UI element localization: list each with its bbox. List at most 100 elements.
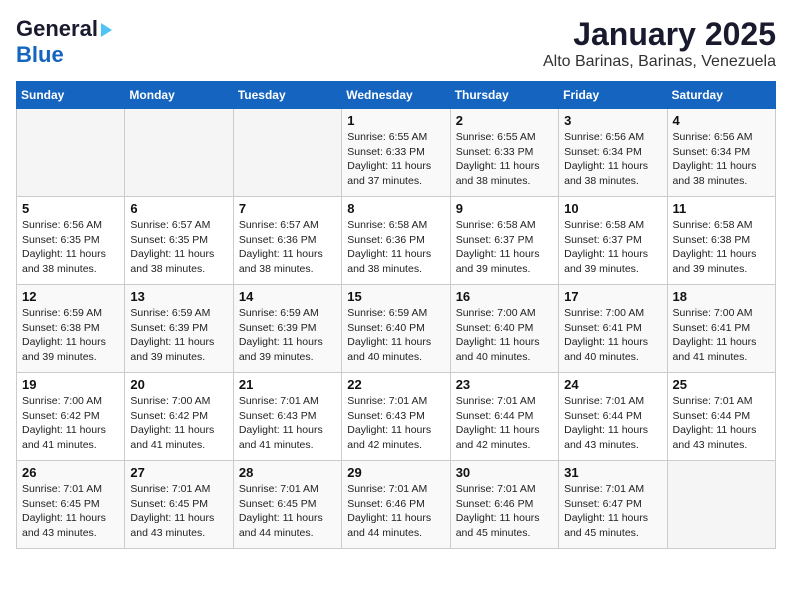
day-number: 8: [347, 201, 444, 216]
calendar-day-cell: 18 Sunrise: 7:00 AMSunset: 6:41 PMDayligh…: [667, 285, 775, 373]
day-number: 30: [456, 465, 553, 480]
day-info: Sunrise: 7:00 AMSunset: 6:40 PMDaylight:…: [456, 306, 553, 365]
calendar-day-cell: 29 Sunrise: 7:01 AMSunset: 6:46 PMDayligh…: [342, 461, 450, 549]
day-info: Sunrise: 7:00 AMSunset: 6:42 PMDaylight:…: [130, 394, 227, 453]
day-number: 25: [673, 377, 770, 392]
day-number: 2: [456, 113, 553, 128]
calendar-day-cell: 24 Sunrise: 7:01 AMSunset: 6:44 PMDayligh…: [559, 373, 667, 461]
day-number: 20: [130, 377, 227, 392]
calendar-week-row: 19 Sunrise: 7:00 AMSunset: 6:42 PMDayligh…: [17, 373, 776, 461]
day-info: Sunrise: 7:00 AMSunset: 6:41 PMDaylight:…: [564, 306, 661, 365]
day-number: 4: [673, 113, 770, 128]
day-info: Sunrise: 7:01 AMSunset: 6:44 PMDaylight:…: [673, 394, 770, 453]
day-info: Sunrise: 6:58 AMSunset: 6:37 PMDaylight:…: [456, 218, 553, 277]
calendar-day-cell: [125, 109, 233, 197]
day-info: Sunrise: 7:01 AMSunset: 6:45 PMDaylight:…: [22, 482, 119, 541]
day-info: Sunrise: 7:00 AMSunset: 6:41 PMDaylight:…: [673, 306, 770, 365]
day-number: 11: [673, 201, 770, 216]
day-info: Sunrise: 7:01 AMSunset: 6:44 PMDaylight:…: [564, 394, 661, 453]
calendar-day-cell: 27 Sunrise: 7:01 AMSunset: 6:45 PMDayligh…: [125, 461, 233, 549]
weekday-header: Tuesday: [233, 82, 341, 109]
day-number: 14: [239, 289, 336, 304]
day-number: 31: [564, 465, 661, 480]
calendar-day-cell: 23 Sunrise: 7:01 AMSunset: 6:44 PMDayligh…: [450, 373, 558, 461]
calendar-day-cell: [233, 109, 341, 197]
day-info: Sunrise: 6:57 AMSunset: 6:36 PMDaylight:…: [239, 218, 336, 277]
calendar-day-cell: [17, 109, 125, 197]
weekday-header: Wednesday: [342, 82, 450, 109]
day-info: Sunrise: 7:01 AMSunset: 6:44 PMDaylight:…: [456, 394, 553, 453]
day-number: 18: [673, 289, 770, 304]
calendar-week-row: 1 Sunrise: 6:55 AMSunset: 6:33 PMDaylight…: [17, 109, 776, 197]
calendar-day-cell: 30 Sunrise: 7:01 AMSunset: 6:46 PMDayligh…: [450, 461, 558, 549]
day-info: Sunrise: 6:55 AMSunset: 6:33 PMDaylight:…: [456, 130, 553, 189]
day-info: Sunrise: 6:56 AMSunset: 6:34 PMDaylight:…: [564, 130, 661, 189]
day-info: Sunrise: 6:56 AMSunset: 6:34 PMDaylight:…: [673, 130, 770, 189]
day-number: 21: [239, 377, 336, 392]
calendar-day-cell: 26 Sunrise: 7:01 AMSunset: 6:45 PMDayligh…: [17, 461, 125, 549]
calendar-day-cell: 12 Sunrise: 6:59 AMSunset: 6:38 PMDayligh…: [17, 285, 125, 373]
weekday-header: Saturday: [667, 82, 775, 109]
calendar-day-cell: 8 Sunrise: 6:58 AMSunset: 6:36 PMDaylight…: [342, 197, 450, 285]
title-block: January 2025 Alto Barinas, Barinas, Vene…: [543, 16, 776, 71]
day-info: Sunrise: 7:01 AMSunset: 6:45 PMDaylight:…: [130, 482, 227, 541]
day-number: 28: [239, 465, 336, 480]
calendar-day-cell: 4 Sunrise: 6:56 AMSunset: 6:34 PMDaylight…: [667, 109, 775, 197]
day-info: Sunrise: 7:01 AMSunset: 6:43 PMDaylight:…: [239, 394, 336, 453]
calendar-day-cell: 31Sunrise: 7:01 AMSunset: 6:47 PMDayligh…: [559, 461, 667, 549]
calendar-day-cell: 2 Sunrise: 6:55 AMSunset: 6:33 PMDaylight…: [450, 109, 558, 197]
calendar-day-cell: 6 Sunrise: 6:57 AMSunset: 6:35 PMDaylight…: [125, 197, 233, 285]
day-info: Sunrise: 6:56 AMSunset: 6:35 PMDaylight:…: [22, 218, 119, 277]
calendar-day-cell: 9Sunrise: 6:58 AMSunset: 6:37 PMDaylight…: [450, 197, 558, 285]
day-number: 17: [564, 289, 661, 304]
day-info: Sunrise: 6:57 AMSunset: 6:35 PMDaylight:…: [130, 218, 227, 277]
day-number: 6: [130, 201, 227, 216]
day-number: 27: [130, 465, 227, 480]
logo-general: General: [16, 16, 98, 42]
day-number: 29: [347, 465, 444, 480]
day-info: Sunrise: 6:59 AMSunset: 6:40 PMDaylight:…: [347, 306, 444, 365]
calendar-day-cell: 10 Sunrise: 6:58 AMSunset: 6:37 PMDayligh…: [559, 197, 667, 285]
day-info: Sunrise: 7:01 AMSunset: 6:46 PMDaylight:…: [347, 482, 444, 541]
page-subtitle: Alto Barinas, Barinas, Venezuela: [543, 53, 776, 71]
calendar-day-cell: 17 Sunrise: 7:00 AMSunset: 6:41 PMDayligh…: [559, 285, 667, 373]
day-info: Sunrise: 6:59 AMSunset: 6:38 PMDaylight:…: [22, 306, 119, 365]
day-number: 15: [347, 289, 444, 304]
day-info: Sunrise: 7:01 AMSunset: 6:46 PMDaylight:…: [456, 482, 553, 541]
calendar-day-cell: 16 Sunrise: 7:00 AMSunset: 6:40 PMDayligh…: [450, 285, 558, 373]
calendar-day-cell: 19 Sunrise: 7:00 AMSunset: 6:42 PMDayligh…: [17, 373, 125, 461]
day-number: 12: [22, 289, 119, 304]
calendar-day-cell: 28 Sunrise: 7:01 AMSunset: 6:45 PMDayligh…: [233, 461, 341, 549]
day-info: Sunrise: 6:55 AMSunset: 6:33 PMDaylight:…: [347, 130, 444, 189]
day-number: 10: [564, 201, 661, 216]
day-number: 26: [22, 465, 119, 480]
day-info: Sunrise: 6:59 AMSunset: 6:39 PMDaylight:…: [239, 306, 336, 365]
calendar-day-cell: 25 Sunrise: 7:01 AMSunset: 6:44 PMDayligh…: [667, 373, 775, 461]
day-number: 22: [347, 377, 444, 392]
calendar-day-cell: 21 Sunrise: 7:01 AMSunset: 6:43 PMDayligh…: [233, 373, 341, 461]
day-info: Sunrise: 7:01 AMSunset: 6:43 PMDaylight:…: [347, 394, 444, 453]
day-info: Sunrise: 6:58 AMSunset: 6:36 PMDaylight:…: [347, 218, 444, 277]
day-number: 24: [564, 377, 661, 392]
calendar-week-row: 12 Sunrise: 6:59 AMSunset: 6:38 PMDayligh…: [17, 285, 776, 373]
page-header: General Blue January 2025 Alto Barinas, …: [16, 16, 776, 71]
day-info: Sunrise: 6:58 AMSunset: 6:37 PMDaylight:…: [564, 218, 661, 277]
calendar-day-cell: 15 Sunrise: 6:59 AMSunset: 6:40 PMDayligh…: [342, 285, 450, 373]
day-number: 7: [239, 201, 336, 216]
weekday-header: Monday: [125, 82, 233, 109]
day-number: 16: [456, 289, 553, 304]
day-info: Sunrise: 6:58 AMSunset: 6:38 PMDaylight:…: [673, 218, 770, 277]
day-info: Sunrise: 7:00 AMSunset: 6:42 PMDaylight:…: [22, 394, 119, 453]
day-number: 1: [347, 113, 444, 128]
weekday-header: Thursday: [450, 82, 558, 109]
day-info: Sunrise: 7:01 AMSunset: 6:45 PMDaylight:…: [239, 482, 336, 541]
page-title: January 2025: [543, 16, 776, 53]
weekday-header: Friday: [559, 82, 667, 109]
logo-arrow-icon: [101, 23, 112, 37]
day-number: 13: [130, 289, 227, 304]
day-number: 23: [456, 377, 553, 392]
calendar-day-cell: 14 Sunrise: 6:59 AMSunset: 6:39 PMDayligh…: [233, 285, 341, 373]
day-info: Sunrise: 6:59 AMSunset: 6:39 PMDaylight:…: [130, 306, 227, 365]
calendar-day-cell: 22 Sunrise: 7:01 AMSunset: 6:43 PMDayligh…: [342, 373, 450, 461]
day-number: 19: [22, 377, 119, 392]
